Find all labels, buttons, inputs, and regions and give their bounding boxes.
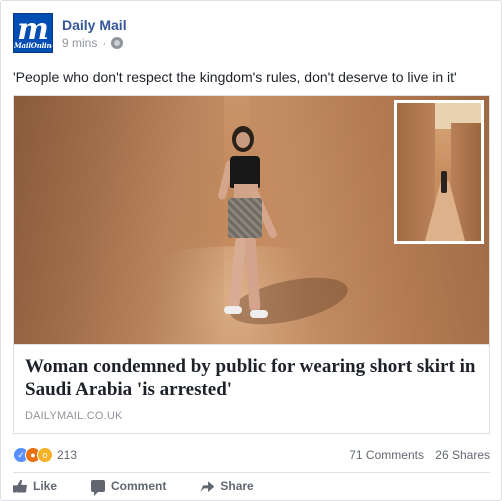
comment-icon	[91, 480, 106, 496]
link-preview-body[interactable]: Woman condemned by public for wearing sh…	[14, 344, 489, 433]
share-button[interactable]: Share	[200, 479, 254, 493]
link-preview-image[interactable]	[14, 96, 489, 344]
inset-wall-left	[397, 103, 435, 241]
globe-icon[interactable]	[111, 37, 124, 49]
actions-divider	[13, 472, 490, 473]
like-label: Like	[33, 479, 58, 493]
figure-shoe-left	[224, 306, 242, 314]
thumbs-up-icon	[13, 479, 27, 493]
figure-face	[236, 132, 250, 148]
post-meta: Daily Mail 9 mins ·	[62, 13, 127, 53]
daily-mail-logo[interactable]: m MailOnline	[13, 13, 53, 53]
link-domain: DAILYMAIL.CO.UK	[25, 410, 123, 422]
share-icon	[200, 481, 215, 492]
post-header: m MailOnline Daily Mail 9 mins ·	[13, 13, 127, 53]
separator-dot: ·	[102, 36, 107, 50]
comment-label: Comment	[111, 479, 167, 493]
reactions-summary: ✓ ● o 213 71 Comments 26 Shares	[13, 445, 490, 465]
image-wall-left	[14, 96, 224, 344]
link-title[interactable]: Woman condemned by public for wearing sh…	[25, 355, 479, 401]
figure-skirt	[228, 198, 262, 238]
share-label: Share	[220, 479, 254, 493]
like-button[interactable]: Like	[13, 479, 57, 493]
post-stats: 71 Comments 26 Shares	[349, 448, 490, 462]
reaction-icons[interactable]: ✓ ● o 213	[13, 447, 77, 463]
post-text: 'People who don't respect the kingdom's …	[13, 69, 457, 85]
post-timestamp: 9 mins ·	[62, 36, 127, 50]
reaction-count[interactable]: 213	[57, 448, 77, 462]
comments-count[interactable]: 71 Comments	[349, 448, 424, 462]
wow-icon: o	[37, 447, 53, 463]
comment-button[interactable]: Comment	[91, 479, 167, 496]
inset-figure	[441, 171, 447, 193]
facebook-post-card: m MailOnline Daily Mail 9 mins · 'People…	[0, 0, 502, 501]
timestamp-text[interactable]: 9 mins	[62, 36, 97, 50]
figure-shoe-right	[250, 310, 268, 318]
link-preview-card[interactable]: Woman condemned by public for wearing sh…	[13, 95, 490, 434]
inset-photo	[394, 100, 484, 244]
post-actions: Like Comment Share	[13, 479, 490, 496]
page-name-link[interactable]: Daily Mail	[62, 16, 127, 34]
logo-subtext: MailOnline	[14, 41, 53, 50]
shares-count[interactable]: 26 Shares	[435, 448, 490, 462]
